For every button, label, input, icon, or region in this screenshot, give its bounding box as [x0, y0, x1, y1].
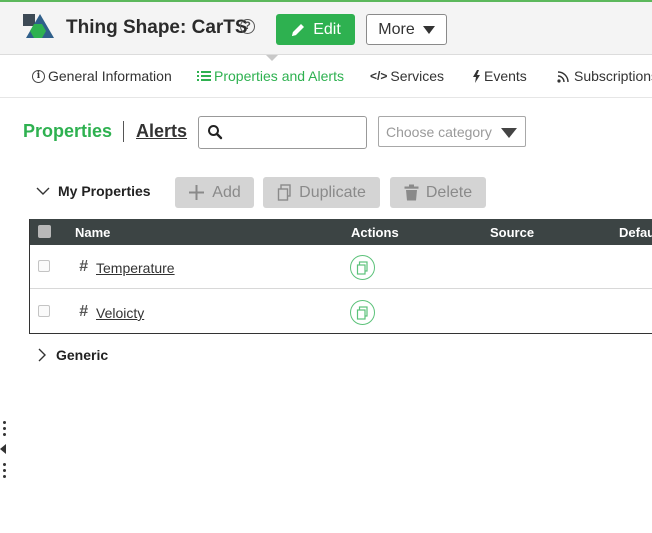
grip-dot-icon — [3, 427, 6, 430]
duplicate-row-icon[interactable] — [350, 300, 375, 325]
list-icon — [197, 70, 211, 81]
info-icon: i — [32, 69, 45, 83]
search-icon — [208, 125, 223, 140]
collapse-left-icon — [0, 444, 6, 454]
number-type-icon: # — [79, 303, 88, 320]
active-tab-pointer-icon — [266, 55, 278, 61]
edit-button[interactable]: Edit — [276, 14, 355, 45]
properties-link[interactable]: Properties — [23, 121, 112, 142]
number-type-icon: # — [79, 258, 88, 275]
column-header-default[interactable]: Defau — [619, 225, 652, 240]
properties-table: Name Actions Source Defau # Temperature … — [29, 219, 652, 334]
row-checkbox[interactable] — [38, 305, 50, 317]
grip-dot-icon — [3, 475, 6, 478]
plus-icon — [189, 185, 205, 200]
grip-dot-icon — [3, 469, 6, 472]
tab-properties-and-alerts[interactable]: Properties and Alerts — [197, 68, 344, 84]
select-all-checkbox[interactable] — [38, 225, 51, 238]
row-checkbox[interactable] — [38, 260, 50, 272]
code-icon: </> — [370, 69, 388, 83]
tab-label: General Information — [48, 68, 172, 84]
tab-general-information[interactable]: i General Information — [32, 68, 172, 84]
duplicate-button[interactable]: Duplicate — [263, 177, 380, 208]
lightning-icon — [473, 69, 480, 83]
tab-label: Services — [390, 68, 445, 84]
generic-label: Generic — [56, 347, 109, 363]
copy-icon — [277, 184, 291, 201]
page-header: Thing Shape: CarTS ? Edit More — [0, 0, 652, 54]
table-row[interactable]: # Veloicty — [30, 290, 652, 334]
grip-dot-icon — [3, 433, 6, 436]
tab-subscriptions[interactable]: Subscriptions — [557, 68, 652, 84]
my-properties-toggle[interactable]: My Properties — [36, 183, 151, 199]
caret-down-icon — [501, 128, 517, 138]
side-panel-collapse-handle[interactable] — [0, 419, 10, 479]
tab-label: Events — [484, 68, 527, 84]
category-placeholder: Choose category — [386, 124, 492, 140]
more-button-label: More — [378, 20, 415, 38]
grip-dot-icon — [3, 463, 6, 466]
duplicate-button-label: Duplicate — [299, 183, 366, 201]
pencil-icon — [292, 23, 305, 36]
tab-events[interactable]: Events — [472, 68, 527, 84]
property-name-link[interactable]: Temperature — [96, 260, 175, 276]
section-label: My Properties — [58, 183, 151, 199]
table-row[interactable]: # Temperature — [30, 245, 652, 289]
column-header-name[interactable]: Name — [75, 225, 110, 240]
column-header-actions: Actions — [351, 225, 399, 240]
tab-bar: i General Information Properties and Ale… — [0, 54, 652, 98]
tab-label: Properties and Alerts — [214, 68, 344, 84]
table-header: Name Actions Source Defau — [30, 219, 652, 245]
tab-services[interactable]: </> Services — [370, 68, 444, 84]
alerts-link[interactable]: Alerts — [136, 121, 187, 142]
grip-dot-icon — [3, 421, 6, 424]
caret-down-icon — [422, 25, 435, 34]
category-select[interactable]: Choose category — [378, 116, 526, 147]
generic-toggle[interactable]: Generic — [38, 347, 108, 363]
duplicate-row-icon[interactable] — [350, 255, 375, 280]
search-box — [198, 116, 367, 149]
more-button[interactable]: More — [366, 14, 447, 45]
chevron-right-icon — [38, 348, 46, 362]
column-header-source[interactable]: Source — [490, 225, 534, 240]
rss-icon — [557, 70, 569, 83]
add-button[interactable]: Add — [175, 177, 254, 208]
help-icon[interactable]: ? — [240, 19, 255, 34]
page-title: Thing Shape: CarTS — [66, 17, 248, 38]
divider — [123, 121, 124, 142]
tab-label: Subscriptions — [574, 68, 652, 84]
chevron-down-icon — [36, 187, 50, 195]
delete-button-label: Delete — [425, 183, 473, 201]
edit-button-label: Edit — [313, 20, 341, 38]
property-name-link[interactable]: Veloicty — [96, 305, 144, 321]
thing-shape-logo-icon — [23, 14, 54, 38]
trash-icon — [404, 184, 419, 201]
delete-button[interactable]: Delete — [390, 177, 486, 208]
add-button-label: Add — [212, 183, 241, 201]
search-input[interactable] — [225, 121, 363, 144]
